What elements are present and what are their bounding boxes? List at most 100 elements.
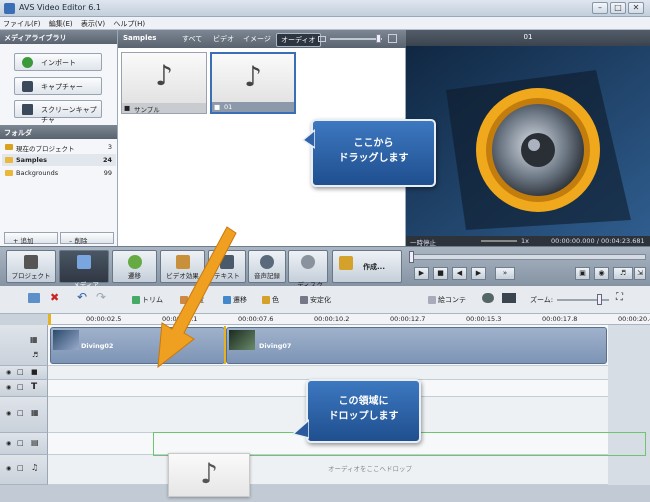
monitor-icon[interactable]: [502, 293, 516, 303]
lock-icon[interactable]: □: [17, 383, 24, 391]
volume-button[interactable]: ♬: [613, 267, 633, 280]
effects-track-head: ◉ □ ■: [0, 366, 48, 380]
media-header: Samples すべて ビデオ イメージ オーディオ: [118, 30, 406, 48]
filter-all[interactable]: すべて: [182, 34, 202, 44]
expand-icon: ⇲: [637, 269, 643, 277]
drag-callout-pointer: [301, 129, 315, 149]
delete-icon[interactable]: ✖: [50, 291, 59, 304]
produce-button[interactable]: 作成...: [332, 250, 402, 283]
ruler-tick: 00:00:07.6: [238, 315, 274, 323]
tool-media-library[interactable]: メディア ライブラリ: [59, 250, 109, 294]
screen-capture-button[interactable]: スクリーンキャプチャ: [14, 100, 102, 124]
music-note-icon: ♪: [155, 59, 173, 92]
seek-handle[interactable]: [409, 251, 414, 263]
playback-time: 00:00:00.000 / 00:04:23.681: [551, 237, 645, 245]
zoom-handle[interactable]: [597, 294, 602, 305]
storyboard-button[interactable]: 絵コンテ: [428, 295, 466, 305]
window-title: AVS Video Editor 6.1: [19, 3, 101, 12]
lock-icon[interactable]: □: [17, 368, 24, 376]
large-view-icon[interactable]: [388, 34, 397, 43]
lock-icon[interactable]: □: [17, 439, 24, 447]
media-library-title: メディアライブラリ: [0, 30, 117, 44]
transition-icon: [127, 255, 142, 269]
effects-track-lane[interactable]: [48, 366, 608, 380]
small-view-icon[interactable]: [318, 36, 326, 42]
tool-project[interactable]: プロジェクト: [6, 250, 56, 283]
eye-icon[interactable]: ◉: [6, 369, 11, 376]
lock-icon[interactable]: □: [17, 409, 24, 417]
tool-disc-menu[interactable]: ディスク メニュー: [288, 250, 328, 294]
delete-folder-button[interactable]: – 削除: [60, 232, 114, 245]
music-note-icon: ♪: [244, 60, 262, 93]
stop-button[interactable]: ■: [433, 267, 448, 280]
stabilize-icon: [300, 296, 308, 304]
text-track-head: ◉ □ T: [0, 380, 48, 397]
menu-help[interactable]: ヘルプ(H): [110, 17, 148, 29]
snapshot-button[interactable]: ◉: [594, 267, 609, 280]
speaker-visual: [406, 46, 650, 236]
stabilize-button[interactable]: 安定化: [300, 295, 331, 305]
filter-audio[interactable]: オーディオ: [276, 33, 321, 47]
camera-icon: [22, 81, 33, 92]
close-button[interactable]: ✕: [628, 2, 644, 14]
color-icon: [262, 296, 270, 304]
lock-icon[interactable]: □: [17, 464, 24, 472]
disc-icon: [301, 255, 315, 269]
eye-icon[interactable]: ◉: [6, 410, 11, 417]
storyboard-icon: [428, 296, 436, 304]
monitor-icon: [22, 104, 33, 115]
menu-view[interactable]: 表示(V): [78, 17, 108, 29]
menu-edit[interactable]: 編集(E): [46, 17, 76, 29]
filter-video[interactable]: ビデオ: [213, 34, 234, 44]
folder-backgrounds[interactable]: Backgrounds 99: [2, 167, 116, 179]
expand-button[interactable]: ⇲: [634, 267, 646, 280]
color-button[interactable]: 色: [262, 295, 279, 305]
slider-handle[interactable]: [376, 34, 381, 43]
minimize-button[interactable]: –: [592, 2, 608, 14]
folder-current-project[interactable]: 現在のプロジェクト 3: [2, 141, 116, 153]
folder-samples[interactable]: Samples 24: [2, 154, 116, 166]
thumbnail-size-slider[interactable]: [330, 38, 382, 40]
timeline-ruler: 00:00:02.5 00:00:05.1 00:00:07.6 00:00:1…: [48, 314, 650, 325]
media-item-sample[interactable]: ♪ ■ サンプル: [121, 52, 207, 114]
folder-icon: [5, 157, 13, 163]
speed-slider[interactable]: [481, 240, 517, 242]
fullscreen-play-button[interactable]: »: [495, 267, 515, 280]
microphone-icon: [260, 255, 274, 269]
drag-callout: ここから ドラッグします: [311, 119, 436, 187]
ruler-tick: 00:00:02.5: [86, 315, 122, 323]
prev-frame-button[interactable]: ◀: [452, 267, 467, 280]
title-bar: AVS Video Editor 6.1 – □ ✕: [0, 0, 650, 17]
clip-diving07[interactable]: Diving07: [226, 327, 607, 364]
undo-icon[interactable]: ↶: [77, 290, 87, 304]
eye-icon[interactable]: ◉: [6, 440, 11, 447]
media-item-01[interactable]: ♪ ■ 01: [210, 52, 296, 114]
maximize-button[interactable]: □: [610, 2, 626, 14]
add-folder-button[interactable]: + 追加: [4, 232, 58, 245]
fit-timeline-icon[interactable]: ⛶: [616, 292, 623, 303]
voice-icon[interactable]: [482, 293, 494, 303]
import-button[interactable]: インポート: [14, 53, 102, 71]
capture-button[interactable]: キャプチャー: [14, 77, 102, 95]
timeline-scrollbar[interactable]: [0, 485, 650, 502]
dragged-audio-item[interactable]: ♪: [168, 453, 250, 497]
eye-icon[interactable]: ◉: [6, 384, 11, 391]
tool-voice-record[interactable]: 音声記録: [248, 250, 286, 283]
split-button[interactable]: ▣: [575, 267, 590, 280]
overlay-track-icon: ▦: [31, 408, 39, 417]
filter-image[interactable]: イメージ: [243, 34, 271, 44]
text-track-icon: T: [31, 382, 38, 392]
next-frame-button[interactable]: ▶: [471, 267, 486, 280]
timeline-view-icon[interactable]: [28, 293, 40, 303]
seek-bar[interactable]: [410, 254, 646, 260]
camera-icon: ◉: [598, 269, 605, 277]
play-button[interactable]: ▶: [414, 267, 429, 280]
music-track-head: ◉ □ ♫: [0, 455, 48, 485]
eye-icon[interactable]: ◉: [6, 465, 11, 472]
speaker-icon: ■: [214, 103, 221, 111]
audio-track-icon: ▤: [31, 438, 39, 447]
menu-file[interactable]: ファイル(F): [0, 17, 44, 29]
redo-icon[interactable]: ↷: [96, 290, 106, 304]
music-track-icon: ♫: [31, 463, 39, 472]
overlay-track-head: ◉ □ ▦: [0, 397, 48, 433]
